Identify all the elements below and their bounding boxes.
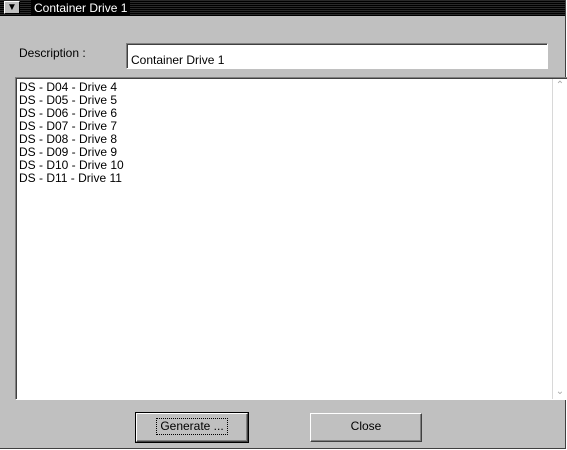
title-bar[interactable]: ▼ Container Drive 1 [0, 0, 565, 16]
system-menu-icon[interactable]: ▼ [4, 1, 20, 14]
generate-button-label: Generate ... [156, 418, 228, 435]
vertical-scrollbar[interactable]: ⌃ ⌄ [552, 79, 567, 399]
drive-list-items: DS - D04 - Drive 4 DS - D05 - Drive 5 DS… [19, 81, 124, 185]
description-field[interactable] [126, 43, 548, 69]
chevron-down-icon[interactable]: ⌄ [553, 385, 567, 399]
drive-list[interactable]: DS - D04 - Drive 4 DS - D05 - Drive 5 DS… [15, 77, 567, 400]
description-label: Description : [19, 46, 86, 60]
window-title: Container Drive 1 [31, 0, 131, 16]
generate-button[interactable]: Generate ... [135, 412, 249, 443]
close-button[interactable]: Close [310, 413, 422, 442]
list-item[interactable]: DS - D11 - Drive 11 [19, 172, 124, 185]
chevron-up-icon[interactable]: ⌃ [553, 79, 567, 93]
close-button-label: Close [350, 419, 382, 433]
dialog-window: ▼ Container Drive 1 Description : DS - D… [0, 0, 567, 449]
